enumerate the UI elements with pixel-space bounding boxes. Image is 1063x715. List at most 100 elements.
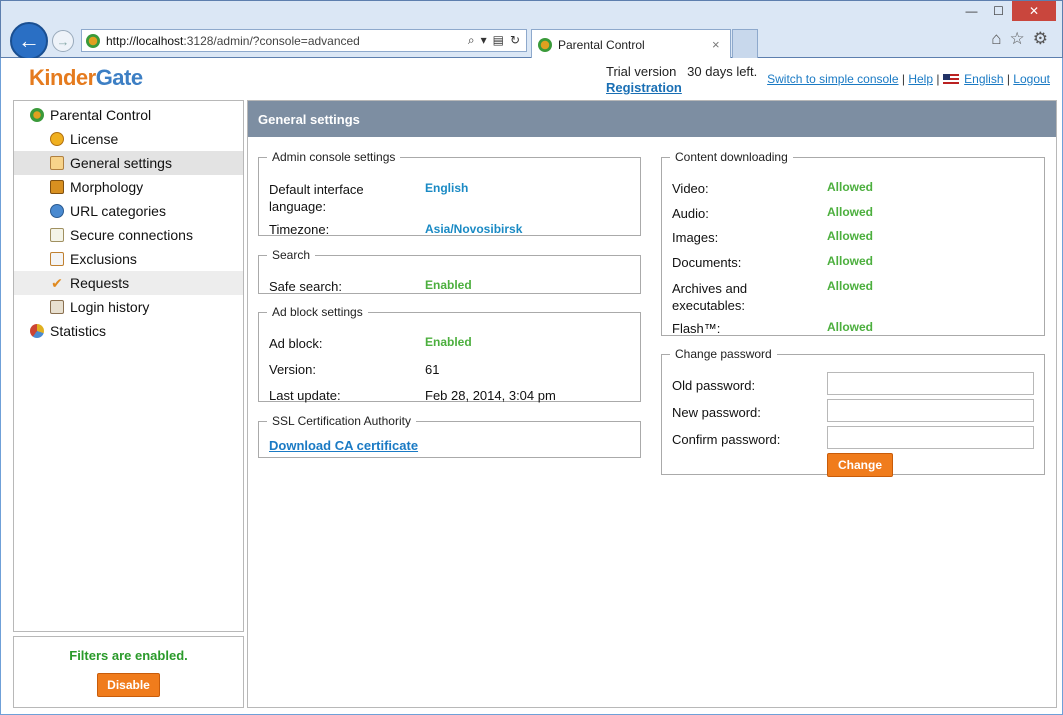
documents-value[interactable]: Allowed xyxy=(827,254,873,268)
exclusions-icon xyxy=(50,252,64,266)
login-history-icon xyxy=(50,300,64,314)
help-link[interactable]: Help xyxy=(908,72,933,86)
ssl-fieldset: SSL Certification Authority Download CA … xyxy=(258,414,641,458)
admin-console-fieldset: Admin console settings Default interface… xyxy=(258,150,641,237)
new-password-input[interactable] xyxy=(827,399,1034,422)
tab-close-icon[interactable]: × xyxy=(712,37,730,52)
disable-button[interactable]: Disable xyxy=(97,673,160,697)
tree-item-exclusions[interactable]: Exclusions xyxy=(14,247,243,271)
panel-title: General settings xyxy=(248,101,1056,137)
download-ca-link[interactable]: Download CA certificate xyxy=(269,438,418,453)
old-password-label: Old password: xyxy=(672,378,756,393)
tree-item-general-settings[interactable]: General settings xyxy=(14,151,243,175)
settings-gear-icon[interactable]: ⚙ xyxy=(1033,29,1048,49)
favorites-star-icon[interactable]: ☆ xyxy=(1010,29,1025,49)
new-tab-button[interactable] xyxy=(732,29,758,59)
tree-item-requests[interactable]: ✔ Requests xyxy=(14,271,243,295)
last-update-label: Last update: xyxy=(269,388,341,403)
ad-block-legend: Ad block settings xyxy=(272,305,363,319)
images-value[interactable]: Allowed xyxy=(827,229,873,243)
parental-control-icon xyxy=(30,108,44,122)
registration-link[interactable]: Registration xyxy=(606,80,757,95)
audio-label: Audio: xyxy=(672,206,709,221)
requests-checkmark-icon: ✔ xyxy=(51,275,63,291)
flash-label: Flash™: xyxy=(672,321,721,336)
dropdown-icon[interactable]: ▾ xyxy=(481,33,487,48)
change-password-legend: Change password xyxy=(675,347,772,361)
us-flag-icon xyxy=(942,74,959,84)
content-downloading-legend: Content downloading xyxy=(675,150,788,164)
admin-console-legend: Admin console settings xyxy=(272,150,396,164)
kindergate-logo: KinderGate xyxy=(29,65,143,90)
tree-item-url-categories[interactable]: URL categories xyxy=(14,199,243,223)
video-value[interactable]: Allowed xyxy=(827,180,873,194)
close-window-button[interactable]: ✕ xyxy=(1012,1,1056,21)
archives-label: Archives and executables: xyxy=(672,281,748,313)
tree-item-login-history[interactable]: Login history xyxy=(14,295,243,319)
safe-search-label: Safe search: xyxy=(269,279,342,294)
confirm-password-label: Confirm password: xyxy=(672,432,781,447)
page-content: KinderGate Trial version 30 days left. R… xyxy=(1,58,1062,714)
documents-label: Documents: xyxy=(672,255,742,270)
images-label: Images: xyxy=(672,230,719,245)
url-text[interactable]: http://localhost:3128/admin/?console=adv… xyxy=(106,34,468,48)
tree-item-morphology[interactable]: Morphology xyxy=(14,175,243,199)
browser-chrome: — ☐ ✕ ← → http://localhost:3128/admin/?c… xyxy=(0,0,1063,60)
safe-search-value[interactable]: Enabled xyxy=(425,278,472,292)
search-fieldset: Search Safe search: Enabled xyxy=(258,248,641,294)
general-settings-icon xyxy=(50,156,64,170)
tab-favicon-icon xyxy=(538,37,552,52)
new-password-label: New password: xyxy=(672,405,761,420)
last-update-value: Feb 28, 2014, 3:04 pm xyxy=(425,388,556,403)
tree-item-parental-control[interactable]: Parental Control xyxy=(14,103,243,127)
site-favicon-icon xyxy=(86,33,100,48)
trial-info: Trial version 30 days left. Registration xyxy=(606,64,757,95)
tree-item-statistics[interactable]: Statistics xyxy=(14,319,243,343)
navigation-tree: Parental Control License General setting… xyxy=(13,100,244,632)
switch-console-link[interactable]: Switch to simple console xyxy=(767,72,898,86)
arrow-left-icon: ← xyxy=(18,28,40,53)
top-links: Switch to simple console | Help | Englis… xyxy=(767,72,1050,86)
archives-value[interactable]: Allowed xyxy=(827,279,873,293)
audio-value[interactable]: Allowed xyxy=(827,205,873,219)
back-button[interactable]: ← xyxy=(10,22,48,60)
logout-link[interactable]: Logout xyxy=(1013,72,1050,86)
forward-button[interactable]: → xyxy=(52,30,74,52)
browser-toolbar-icons: ⌂ ☆ ⚙ xyxy=(991,29,1048,49)
minimize-button[interactable]: — xyxy=(958,1,985,21)
old-password-input[interactable] xyxy=(827,372,1034,395)
trial-days: 30 days left. xyxy=(687,64,758,79)
version-value: 61 xyxy=(425,362,440,377)
timezone-value[interactable]: Asia/Novosibirsk xyxy=(425,222,522,236)
flash-value[interactable]: Allowed xyxy=(827,320,873,334)
ssl-legend: SSL Certification Authority xyxy=(272,414,411,428)
trial-label: Trial version xyxy=(606,64,677,79)
browser-tab[interactable]: Parental Control × xyxy=(531,29,731,59)
home-icon[interactable]: ⌂ xyxy=(991,29,1001,49)
version-label: Version: xyxy=(269,362,316,377)
window-controls: — ☐ ✕ xyxy=(958,1,1056,21)
address-tools: ⌕ ▾ ▤ ↻ xyxy=(468,33,526,48)
tree-item-secure-connections[interactable]: Secure connections xyxy=(14,223,243,247)
address-bar[interactable]: http://localhost:3128/admin/?console=adv… xyxy=(81,29,527,52)
refresh-icon[interactable]: ↻ xyxy=(510,33,520,48)
filters-status-text: Filters are enabled. xyxy=(69,648,188,663)
arrow-right-icon: → xyxy=(56,33,70,49)
search-icon[interactable]: ⌕ xyxy=(468,33,475,48)
confirm-password-input[interactable] xyxy=(827,426,1034,449)
timezone-label: Timezone: xyxy=(269,222,330,237)
morphology-icon xyxy=(50,180,64,194)
statistics-icon xyxy=(30,324,44,338)
change-password-button[interactable]: Change xyxy=(827,453,894,477)
ad-block-value[interactable]: Enabled xyxy=(425,335,472,349)
language-value[interactable]: English xyxy=(425,181,468,195)
language-link[interactable]: English xyxy=(964,72,1003,86)
tree-item-license[interactable]: License xyxy=(14,127,243,151)
maximize-button[interactable]: ☐ xyxy=(985,1,1012,21)
compat-view-icon[interactable]: ▤ xyxy=(493,33,504,48)
content-downloading-fieldset: Content downloading Video: Allowed Audio… xyxy=(661,150,1045,336)
main-panel: General settings Admin console settings … xyxy=(247,100,1057,708)
license-icon xyxy=(50,132,64,146)
ad-block-fieldset: Ad block settings Ad block: Enabled Vers… xyxy=(258,305,641,403)
secure-connections-icon xyxy=(50,228,64,242)
